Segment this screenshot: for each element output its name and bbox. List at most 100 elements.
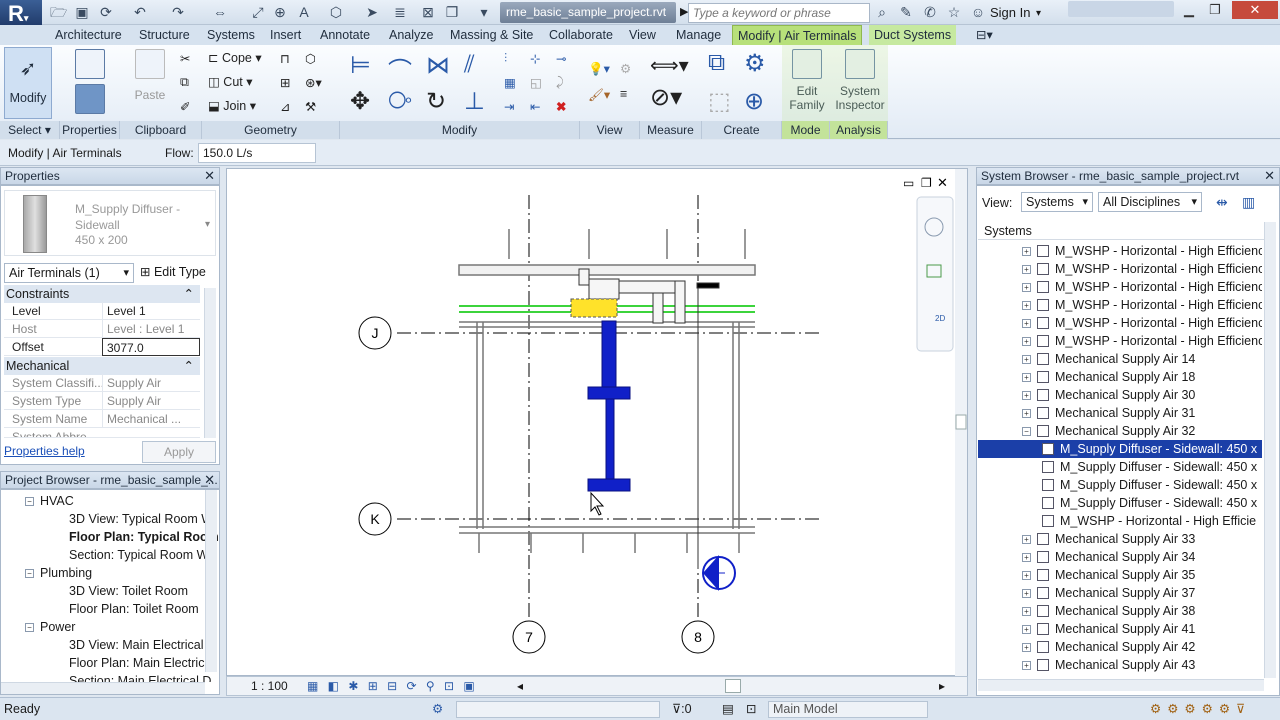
drawing-area[interactable]: J K 7 8 ▭ ❐ ✕ 2D [226,168,969,677]
project-browser-scrollbar[interactable] [205,490,217,672]
sync-icon[interactable]: ⟳ [98,4,114,20]
autofit-columns-icon[interactable]: ⇹ [1216,194,1228,211]
systems-column-header[interactable]: Systems [978,222,1268,240]
tab-collaborate[interactable]: Collaborate [549,25,613,45]
system-tree-row[interactable]: + M_WSHP - Horizontal - High Efficiency [978,278,1262,296]
user-icon[interactable]: ☺ [970,4,986,20]
text-icon[interactable]: A [296,4,312,20]
tab-annotate[interactable]: Annotate [320,25,370,45]
project-browser-hscroll[interactable] [1,682,205,694]
expand-icon[interactable]: + [1022,607,1031,616]
override-icon[interactable]: ⚙ [620,61,631,76]
trim-multiple-icon[interactable]: ⇤ [530,99,540,114]
system-tree-row[interactable]: + M_WSHP - Horizontal - High Efficiency [978,296,1262,314]
demolish-icon[interactable]: ⊛▾ [305,75,322,90]
scroll-left-icon[interactable]: ◂ [517,677,523,695]
group-mechanical[interactable]: Mechanical ⌃ [4,357,200,375]
sign-in-dropdown-icon[interactable]: ▾ [1036,8,1041,19]
split-face-icon[interactable]: ⬡ [305,51,316,66]
close-icon[interactable]: ✕ [204,168,215,184]
floor-plan-canvas[interactable]: J K 7 8 ▭ ❐ ✕ 2D [227,169,969,677]
tab-duct-systems[interactable]: Duct Systems [869,25,957,45]
modify-button[interactable]: ➶ Modify [4,47,52,119]
system-tree-row[interactable]: + Mechanical Supply Air 35 [978,566,1262,584]
subscription-icon[interactable]: ✎ [898,4,914,20]
view-scale[interactable]: 1 : 100 [251,677,288,695]
expand-icon[interactable]: + [1022,247,1031,256]
hammer-icon[interactable]: ⚒ [305,99,316,114]
join-button[interactable]: ⬓ Join ▾ [208,98,256,113]
system-tree-row[interactable]: + Mechanical Supply Air 43 [978,656,1262,674]
column-settings-icon[interactable]: ▥ [1242,194,1255,211]
system-tree-row[interactable]: + M_WSHP - Horizontal - High Efficiency [978,332,1262,350]
canvas-vscroll-thumb[interactable] [955,414,967,430]
type-selector[interactable]: M_Supply Diffuser - Sidewall 450 x 200 ▾ [4,190,216,256]
paintbrush-icon[interactable]: 🖌▾ [588,87,610,103]
tree-item-3d-main-electrical[interactable]: 3D View: Main Electrical D [69,638,216,652]
properties-help-link[interactable]: Properties help [4,444,85,458]
tree-item-3d-toilet-room[interactable]: 3D View: Toilet Room [69,584,188,598]
tab-analyze[interactable]: Analyze [389,25,433,45]
wall-joins-icon[interactable]: ⊓ [280,51,290,66]
discipline-select[interactable]: All Disciplines [1098,192,1202,212]
system-tree-row[interactable]: + Mechanical Supply Air 31 [978,404,1262,422]
expand-icon[interactable]: + [1022,571,1031,580]
selection-filter-icons[interactable]: ⚙⚙⚙⚙⚙⊽ [1150,698,1251,720]
expand-icon[interactable]: + [1022,337,1031,346]
view-control-icons[interactable]: ▦ ◧ ✱ ⊞ ⊟ ⟳ ⚲ ⊡ ▣ [307,677,478,695]
offset-icon[interactable]: ⌒ [388,51,412,86]
create-parts-icon[interactable]: ⬚ [708,87,731,116]
system-tree-row[interactable]: + Mechanical Supply Air 30 [978,386,1262,404]
system-tree-row[interactable]: − Mechanical Supply Air 32 [978,422,1262,440]
system-tree-row[interactable]: + Mechanical Supply Air 34 [978,548,1262,566]
array-icon[interactable]: ▦ [504,75,516,90]
expand-icon[interactable]: + [1022,319,1031,328]
flow-input[interactable]: 150.0 L/s [198,143,316,163]
supply-duct[interactable] [587,320,631,492]
paint-icon[interactable]: ⊞ [280,75,290,90]
match-type-icon[interactable]: ✐ [180,99,190,114]
ribbon-minimize-icon[interactable]: ⊟▾ [976,25,993,45]
rotate-icon[interactable]: ↻ [426,87,446,116]
dimension-aligned-icon[interactable]: ⊘▾ [650,83,682,112]
tree-node-hvac[interactable]: − HVAC [25,494,74,508]
open-icon[interactable]: 🗁 [50,4,67,20]
tab-architecture[interactable]: Architecture [55,25,122,45]
paste-button[interactable]: Paste [130,49,170,119]
design-option-select[interactable]: Main Model [768,701,928,718]
section-icon[interactable]: ➤ [364,4,380,20]
tab-structure[interactable]: Structure [139,25,190,45]
align-icon[interactable]: ⊨ [350,51,371,80]
tree-item-floor-plan-typical-room[interactable]: Floor Plan: Typical Room [69,530,219,544]
tree-item-section-main-electrical[interactable]: Section: Main Electrical D [69,674,211,682]
properties-scrollbar[interactable] [204,288,216,438]
qat-dropdown-icon[interactable]: ▾ [476,4,492,20]
mirror-axis-icon[interactable]: ⋈ [426,51,450,80]
tab-systems[interactable]: Systems [207,25,255,45]
system-tree-child-row[interactable]: M_Supply Diffuser - Sidewall: 450 x [978,440,1262,458]
measure-distance-icon[interactable]: ⟺▾ [650,53,689,78]
cut-clipboard-icon[interactable]: ✂ [180,51,190,66]
search-input[interactable]: Type a keyword or phrase [688,3,870,23]
copy-element-icon[interactable]: ⧂ [388,87,412,115]
tree-item-3d-typical-room[interactable]: 3D View: Typical Room W [69,512,213,526]
move-icon[interactable]: ✥ [350,87,370,116]
system-tree-child-row[interactable]: M_WSHP - Horizontal - High Efficie [978,512,1262,530]
group-constraints[interactable]: Constraints ⌃ [4,285,200,303]
thin-lines-icon[interactable]: ≣ [392,4,408,20]
tab-view[interactable]: View [629,25,656,45]
tree-item-section-typical-room[interactable]: Section: Typical Room WS [69,548,217,562]
trim-icon[interactable]: ⊥ [464,87,485,116]
expand-icon[interactable]: + [1022,409,1031,418]
create-group-icon[interactable]: ⧉ [708,49,725,77]
system-tree-row[interactable]: + M_WSHP - Horizontal - High Efficiency [978,314,1262,332]
expand-icon[interactable]: + [1022,661,1031,670]
system-tree-row[interactable]: + Mechanical Supply Air 42 [978,638,1262,656]
create-similar-icon[interactable]: ⚙ [744,49,766,78]
redo-icon[interactable]: ↷ [170,4,186,20]
tag-icon[interactable]: ⊕ [272,4,288,20]
design-options-icon[interactable]: ▤ [722,698,734,720]
expand-icon[interactable]: + [1022,391,1031,400]
binoculars-icon[interactable]: ⌕ [874,4,890,20]
properties-button[interactable] [70,49,110,119]
